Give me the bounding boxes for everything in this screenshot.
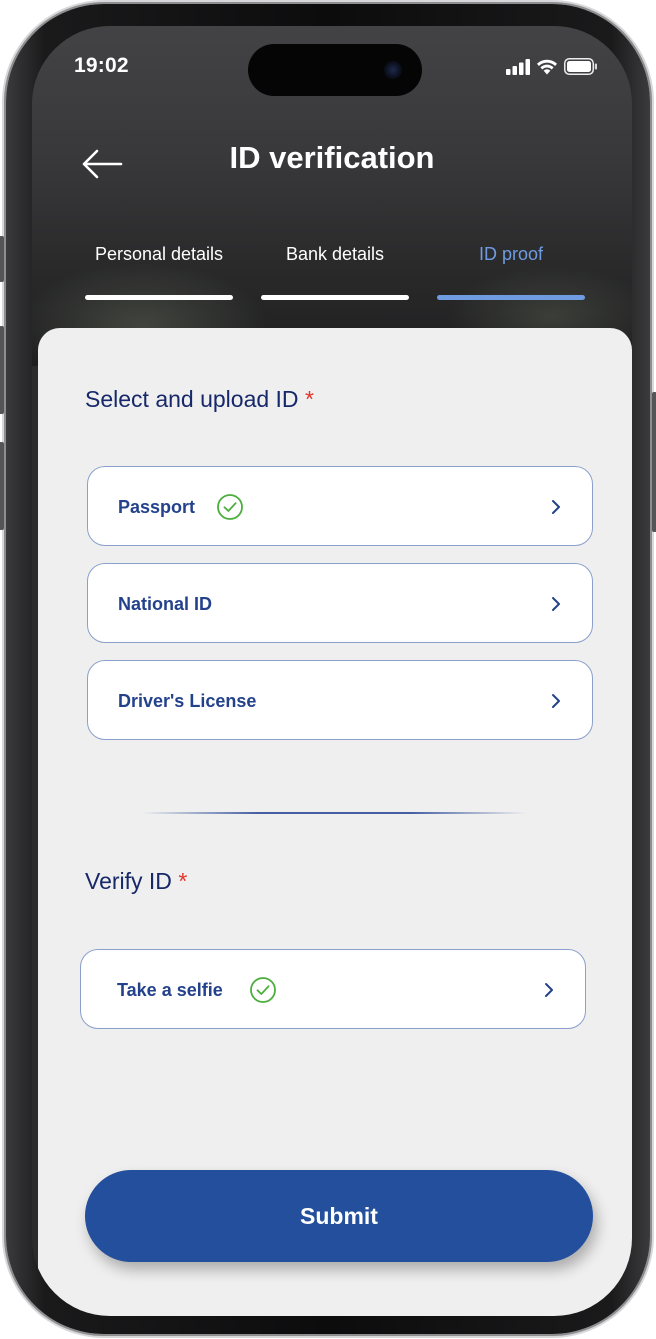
volume-down-button <box>0 442 4 530</box>
volume-up-button <box>0 326 4 414</box>
section-divider <box>142 812 526 814</box>
status-bar: 19:02 <box>32 26 632 116</box>
required-mark: * <box>304 386 314 412</box>
phone-frame: 19:02 ID verification Personal details B… <box>0 4 656 1334</box>
option-drivers-license[interactable]: Driver's License <box>87 660 593 740</box>
tab-indicator <box>437 295 585 300</box>
option-label: Passport <box>118 496 196 517</box>
page-title: ID verification <box>229 140 435 175</box>
action-button <box>0 236 4 282</box>
chevron-right-icon <box>552 694 560 708</box>
chevron-right-icon <box>545 983 553 997</box>
option-label: National ID <box>118 593 213 614</box>
tab-id-proof[interactable]: ID proof <box>437 244 585 304</box>
check-circle-icon <box>217 494 243 520</box>
status-time: 19:02 <box>74 54 129 77</box>
content-sheet: Select and upload ID * Passport National… <box>38 328 632 1316</box>
required-mark: * <box>178 868 188 894</box>
section-title-text: Select and upload ID <box>85 386 299 412</box>
option-label: Driver's License <box>118 690 257 711</box>
check-circle-icon <box>250 977 276 1003</box>
section-title-text: Verify ID <box>85 868 172 894</box>
tab-personal-details[interactable]: Personal details <box>85 244 233 304</box>
verify-section-title: Verify ID * <box>85 868 187 895</box>
option-national-id[interactable]: National ID <box>87 563 593 643</box>
camera-icon <box>384 61 402 79</box>
tab-label: ID proof <box>478 244 544 264</box>
signal-icon <box>506 58 530 75</box>
tab-indicator <box>261 295 409 300</box>
tab-indicator <box>85 295 233 300</box>
step-tabs: Personal details Bank details ID proof <box>32 244 632 304</box>
upload-section-title: Select and upload ID * <box>85 386 314 413</box>
status-icons <box>506 58 598 75</box>
option-take-selfie[interactable]: Take a selfie <box>80 949 586 1029</box>
chevron-right-icon <box>552 500 560 514</box>
option-label: Take a selfie <box>117 979 223 1000</box>
wifi-icon <box>537 59 557 75</box>
dynamic-island <box>248 44 422 96</box>
submit-button[interactable]: Submit <box>85 1170 593 1262</box>
tab-bank-details[interactable]: Bank details <box>261 244 409 304</box>
tab-label: Personal details <box>94 244 224 264</box>
chevron-right-icon <box>552 597 560 611</box>
option-passport[interactable]: Passport <box>87 466 593 546</box>
power-button <box>652 392 656 532</box>
tab-label: Bank details <box>285 244 385 264</box>
battery-icon <box>564 58 597 75</box>
screen: 19:02 ID verification Personal details B… <box>32 26 632 1316</box>
